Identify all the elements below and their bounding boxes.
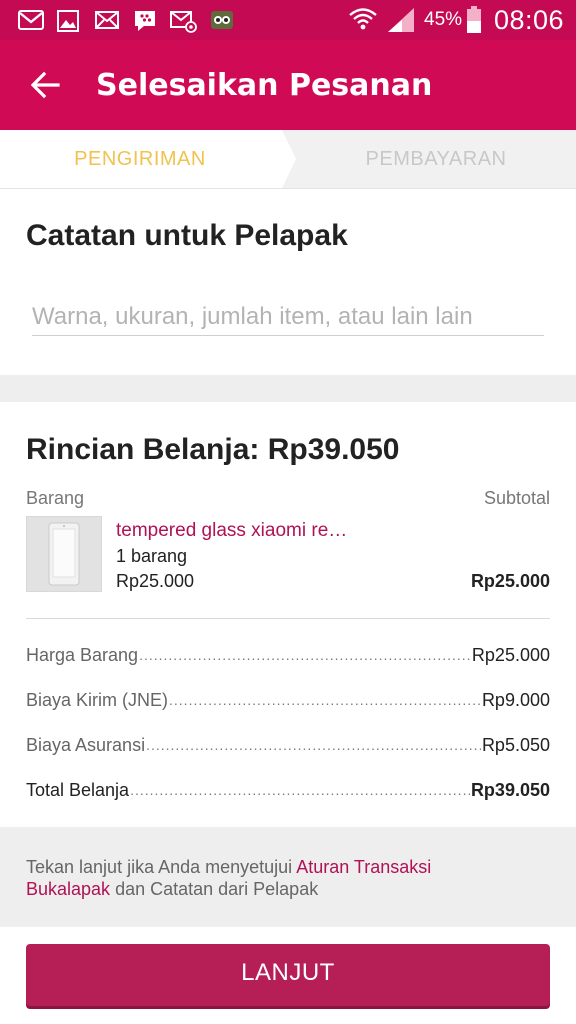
summary-row-item-price: Harga Barang ...........................… [26, 640, 550, 666]
product-price: Rp25.000 [116, 571, 195, 591]
page-title: Selesaikan Pesanan [96, 68, 433, 103]
battery-percent: 45% [424, 9, 463, 30]
summary-row-insurance: Biaya Asuransi .........................… [26, 730, 550, 756]
status-bar: 45% 08:06 [0, 0, 576, 40]
summary-row-shipping: Biaya Kirim (JNE) ......................… [26, 685, 550, 711]
agreement-section: Tekan lanjut jika Anda menyetujui Aturan… [0, 827, 576, 927]
app-bar: Selesaikan Pesanan [0, 40, 576, 130]
bbm-icon [135, 11, 155, 31]
row-label: Biaya Kirim (JNE) [26, 690, 169, 710]
product-subtotal: Rp25.000 [470, 571, 550, 591]
agreement-text: Tekan lanjut jika Anda menyetujui Aturan… [26, 856, 546, 900]
dot-leader: ........................................… [146, 737, 481, 753]
transaction-rules-link[interactable]: Aturan Transaksi [296, 857, 431, 877]
phone-screen-protector-image [48, 522, 80, 586]
column-header-subtotal: Subtotal [483, 488, 550, 508]
row-label: Total Belanja [26, 780, 130, 800]
checkout-steps: PENGIRIMAN PEMBAYARAN [0, 130, 576, 189]
details-title: Rincian Belanja: Rp39.050 [26, 433, 400, 466]
dot-leader: ........................................… [130, 782, 470, 798]
row-value: Rp25.000 [471, 645, 550, 665]
continue-button[interactable]: LANJUT [26, 944, 550, 1006]
row-value: Rp5.050 [481, 735, 550, 755]
battery-icon [467, 6, 481, 33]
email-icon [95, 11, 119, 29]
row-value: Rp39.050 [470, 780, 550, 800]
clock: 08:06 [494, 5, 565, 35]
product-quantity: 1 barang [116, 546, 188, 566]
arrow-back-icon [30, 71, 60, 99]
dot-leader: ........................................… [169, 692, 481, 708]
agreement-suffix: dan Catatan dari Pelapak [110, 879, 319, 899]
notes-title: Catatan untuk Pelapak [26, 219, 348, 252]
back-button[interactable] [22, 62, 68, 108]
gmail-icon [18, 10, 44, 30]
summary-row-total: Total Belanja ..........................… [26, 775, 550, 801]
owl-app-icon [211, 11, 233, 29]
row-label: Biaya Asuransi [26, 735, 146, 755]
divider [26, 618, 550, 619]
seller-notes-section: Catatan untuk Pelapak [0, 189, 576, 375]
product-name-link[interactable]: tempered glass xiaomi re… [116, 520, 347, 542]
column-header-item: Barang [26, 488, 85, 508]
email-at-icon [170, 11, 197, 33]
row-value: Rp9.000 [481, 690, 550, 710]
shopping-details-section: Rincian Belanja: Rp39.050 Barang Subtota… [0, 402, 576, 827]
gallery-icon [57, 10, 79, 32]
product-thumbnail[interactable] [26, 516, 102, 592]
notes-input[interactable] [32, 299, 544, 336]
step-pengiriman[interactable]: PENGIRIMAN [0, 130, 280, 188]
bukalapak-link[interactable]: Bukalapak [26, 879, 110, 899]
section-gap [0, 375, 576, 402]
dot-leader: ........................................… [139, 647, 471, 663]
signal-icon [388, 8, 414, 32]
wifi-icon [349, 8, 377, 30]
step-pembayaran[interactable]: PEMBAYARAN [296, 130, 576, 188]
bottom-bar: LANJUT [0, 927, 576, 1024]
row-label: Harga Barang [26, 645, 139, 665]
agreement-prefix: Tekan lanjut jika Anda menyetujui [26, 857, 297, 877]
